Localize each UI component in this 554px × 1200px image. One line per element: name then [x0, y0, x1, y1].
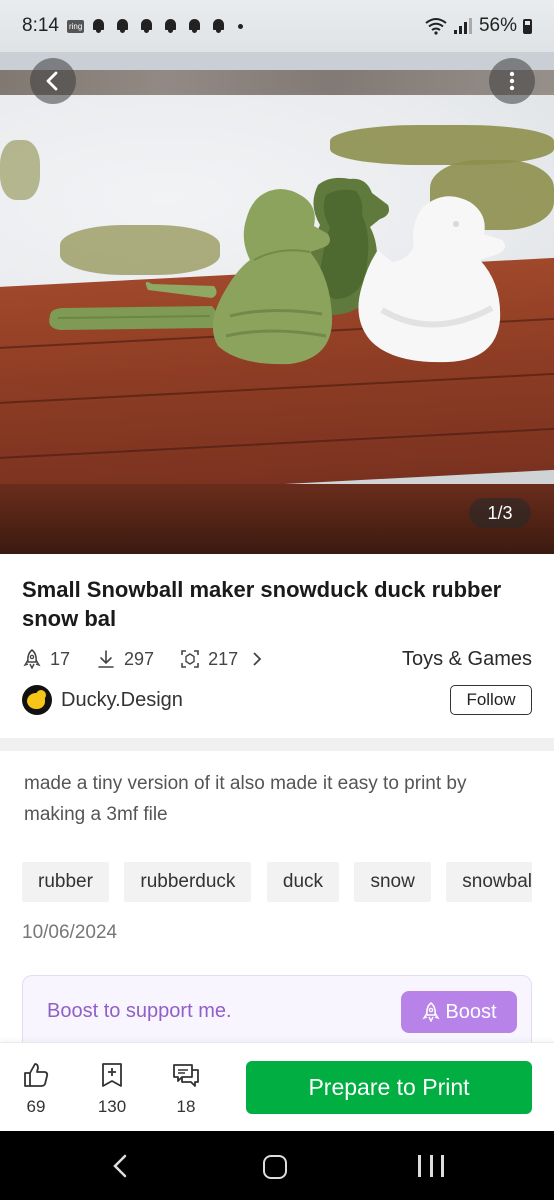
- download-count-value: 297: [124, 648, 155, 669]
- boost-button-label: Boost: [445, 1000, 497, 1023]
- image-grass: [0, 140, 40, 200]
- status-bar: 8:14 ring 56%: [0, 0, 554, 52]
- comment-button[interactable]: 18: [156, 1061, 216, 1117]
- model-title: Small Snowball maker snowduck duck rubbe…: [22, 577, 502, 631]
- rocket-icon: [422, 1002, 440, 1022]
- download-icon: [98, 650, 114, 668]
- comment-icon: [173, 1064, 199, 1087]
- image-page-indicator: 1/3: [469, 498, 531, 528]
- bell-icon: [116, 19, 129, 33]
- print-count-value: 217: [208, 648, 239, 669]
- print-scan-icon: [181, 650, 199, 668]
- collect-count: 130: [97, 1097, 127, 1116]
- follow-button[interactable]: Follow: [450, 685, 532, 715]
- author-name[interactable]: Ducky.Design: [61, 689, 183, 712]
- status-time: 8:14: [22, 15, 59, 36]
- wifi-icon: [425, 18, 447, 35]
- image-grass: [60, 225, 220, 275]
- boost-button[interactable]: Boost: [401, 991, 517, 1033]
- tag-chip[interactable]: snow: [354, 862, 431, 902]
- cell-signal-icon: [453, 18, 472, 34]
- boost-prompt: Boost to support me.: [47, 1000, 232, 1022]
- publish-date: 10/06/2024: [22, 922, 118, 943]
- system-recents-icon[interactable]: [418, 1155, 444, 1179]
- chevron-left-icon: [46, 71, 58, 91]
- section-divider: [0, 738, 554, 751]
- bell-icon: [212, 19, 225, 33]
- thumbs-up-icon: [24, 1063, 49, 1087]
- green-duck-mold: [212, 189, 333, 365]
- boost-count-value: 17: [50, 648, 71, 669]
- rocket-icon: [23, 649, 41, 669]
- print-count[interactable]: 217: [180, 649, 238, 670]
- model-description: made a tiny version of it also made it e…: [24, 773, 467, 825]
- collect-add-icon: [102, 1063, 122, 1087]
- tag-chip[interactable]: duck: [266, 862, 340, 902]
- tag-chip[interactable]: rubber: [22, 862, 109, 902]
- battery-percentage: 56%: [478, 15, 517, 36]
- tag-chip[interactable]: rubberduck: [124, 862, 252, 902]
- model-image[interactable]: 1/3: [0, 0, 554, 554]
- prepare-to-print-button[interactable]: Prepare to Print: [246, 1061, 532, 1114]
- author-row[interactable]: Ducky.Design Follow: [22, 684, 532, 716]
- like-button[interactable]: 69: [6, 1061, 66, 1117]
- author-avatar[interactable]: [22, 685, 52, 715]
- tag-chip[interactable]: snowball: [446, 862, 532, 902]
- system-back-icon[interactable]: [108, 1153, 134, 1179]
- bell-icon: [188, 19, 201, 33]
- chevron-right-icon[interactable]: [250, 651, 264, 667]
- category-label[interactable]: Toys & Games: [402, 648, 532, 671]
- bell-icon: [164, 19, 177, 33]
- bottom-action-bar: 69 130 18 Prepare to Print: [0, 1042, 554, 1131]
- snow-duck: [358, 196, 506, 363]
- more-vertical-icon: [509, 71, 515, 91]
- ring-notification-icon: ring: [66, 19, 85, 33]
- tag-list: rubber rubberduck duck snow snowball: [22, 862, 532, 904]
- battery-icon: [523, 18, 532, 34]
- image-grass: [330, 125, 554, 165]
- model-stats: 17 297 217 Toys & Games: [22, 646, 532, 672]
- comment-count: 18: [176, 1097, 196, 1116]
- more-notifications-dot-icon: [238, 23, 244, 29]
- bell-icon: [92, 19, 105, 33]
- bell-icon: [140, 19, 153, 33]
- system-navigation-bar: [0, 1131, 554, 1200]
- system-home-icon[interactable]: [263, 1155, 287, 1179]
- collect-button[interactable]: 130: [82, 1061, 142, 1117]
- more-options-button[interactable]: [489, 58, 535, 104]
- like-count: 69: [26, 1097, 46, 1116]
- download-count: 297: [96, 649, 154, 670]
- back-button[interactable]: [30, 58, 76, 104]
- boost-count: 17: [22, 649, 70, 670]
